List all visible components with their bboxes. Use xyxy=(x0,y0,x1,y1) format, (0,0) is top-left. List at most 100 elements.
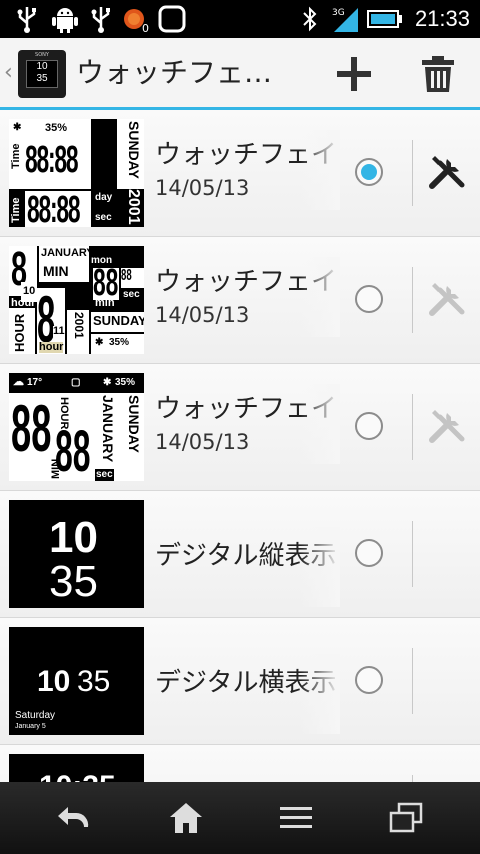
page-title: ウォッチフェ… xyxy=(76,56,273,89)
status-bar: 0 3G 21:33 xyxy=(0,0,480,38)
thumb-digit: 88 xyxy=(121,267,132,284)
thumb-battery: 35% xyxy=(45,122,68,134)
watchface-thumbnail: 8 JANUARY MIN mon 88 88 sec 10 hour min … xyxy=(9,246,144,354)
thumb-year: 2001 xyxy=(72,312,86,339)
thumb-battery: 35% xyxy=(115,377,136,388)
watchface-date: 14/05/13 xyxy=(155,176,250,200)
watchface-thumbnail: ☁ 17° ▢ ✱ 35% 88 HOUR MIN 88 JANUARY SUN… xyxy=(9,373,144,481)
list-item-digital-vertical[interactable]: 10 35 デジタル縦表示 xyxy=(0,491,480,618)
navigation-bar xyxy=(0,782,480,854)
network-type: 3G xyxy=(332,8,345,18)
up-caret-icon[interactable]: ‹ xyxy=(4,60,13,85)
battery-alert-icon: 0 xyxy=(122,4,150,34)
watchface-thumbnail: 10 35 xyxy=(9,500,144,608)
home-icon xyxy=(170,803,202,833)
thumb-month: JANUARY xyxy=(41,247,94,259)
thumb-time: 88:88 xyxy=(25,139,79,181)
bluetooth-icon: ✱ xyxy=(95,337,104,348)
thumb-time-label: Time xyxy=(10,143,22,169)
thumb-hour-label-2: hour xyxy=(39,341,64,353)
thumb-temp: 17° xyxy=(27,377,43,388)
list-item-partial[interactable]: 10:35 xyxy=(0,745,480,782)
signal-icon: 3G xyxy=(330,4,360,34)
divider xyxy=(412,775,413,782)
watch-mini-icon: ▢ xyxy=(71,377,81,388)
tools-icon xyxy=(429,156,465,189)
back-button[interactable] xyxy=(34,792,114,844)
bluetooth-icon: ✱ xyxy=(13,122,22,133)
thumb-digit: 88 xyxy=(55,419,91,481)
thumb-digit: 88 xyxy=(11,391,52,465)
thumb-time: 10:35 xyxy=(39,772,116,783)
select-radio[interactable] xyxy=(355,666,383,694)
recent-apps-button[interactable] xyxy=(366,792,446,844)
trash-icon xyxy=(422,56,454,92)
select-radio[interactable] xyxy=(355,412,383,440)
thumb-sec-label: sec xyxy=(95,212,112,223)
thumb-month: JANUARY xyxy=(100,395,116,463)
thumb-small-num-2: 11 xyxy=(53,325,65,337)
thumb-weekday: SUNDAY xyxy=(126,395,142,453)
watchface-thumbnail: 10:35 xyxy=(9,754,144,782)
menu-icon xyxy=(280,807,312,828)
bluetooth-icon: ✱ xyxy=(103,377,112,388)
thumb-year: 2001 xyxy=(125,189,142,225)
weather-icon: ☁ xyxy=(13,376,24,388)
settings-button[interactable] xyxy=(422,273,472,323)
thumb-time-label-2: Time xyxy=(10,197,22,223)
thumb-min-small: min xyxy=(95,297,115,309)
thumb-small-num: 10 xyxy=(23,285,36,297)
divider xyxy=(412,140,413,206)
list-item-digital-horizontal[interactable]: 10 35 Saturday January 5 デジタル横表示 xyxy=(0,618,480,745)
select-radio[interactable] xyxy=(355,285,383,313)
divider xyxy=(412,521,413,587)
select-radio[interactable] xyxy=(355,158,383,186)
list-item-watchface-2[interactable]: 8 JANUARY MIN mon 88 88 sec 10 hour min … xyxy=(0,237,480,364)
svg-text:0: 0 xyxy=(142,22,149,33)
thumb-hour-vertical: HOUR xyxy=(12,313,27,352)
thumb-date: January 5 xyxy=(15,723,46,730)
settings-button[interactable] xyxy=(422,146,472,196)
delete-button[interactable] xyxy=(408,46,468,102)
app-icon-screen: 10 35 xyxy=(26,60,58,88)
app-icon-brand: SONY xyxy=(35,52,49,58)
thumb-hour: 10 xyxy=(49,513,98,562)
tools-icon xyxy=(429,410,465,443)
tools-icon xyxy=(429,283,465,316)
list-item-watchface-3[interactable]: ☁ 17° ▢ ✱ 35% 88 HOUR MIN 88 JANUARY SUN… xyxy=(0,364,480,491)
thumb-weekday: SUNDAY xyxy=(93,313,144,328)
settings-button[interactable] xyxy=(422,400,472,450)
home-button[interactable] xyxy=(146,792,226,844)
thumb-time-2: 88:88 xyxy=(27,189,81,227)
thumb-minute: 35 xyxy=(77,665,111,698)
menu-button[interactable] xyxy=(256,792,336,844)
watchface-date: 14/05/13 xyxy=(155,430,250,454)
thumb-weekday: Saturday xyxy=(15,710,56,721)
divider xyxy=(412,648,413,714)
watchface-date: 14/05/13 xyxy=(155,303,250,327)
app-icon-hour: 10 xyxy=(36,61,48,72)
back-icon xyxy=(58,807,89,827)
app-icon-minute: 35 xyxy=(36,73,48,84)
usb-icon xyxy=(88,4,114,34)
thumb-month: JANUARY xyxy=(98,121,114,189)
watchface-list: ✱ 35% Time 88:88 JANUARY SUNDAY Time 88:… xyxy=(0,110,480,782)
thumb-weekday: SUNDAY xyxy=(126,121,142,179)
watchface-thumbnail: ✱ 35% Time 88:88 JANUARY SUNDAY Time 88:… xyxy=(9,119,144,227)
thumb-sec-label: sec xyxy=(95,469,114,481)
recent-apps-icon xyxy=(389,802,423,833)
list-item-watchface-1[interactable]: ✱ 35% Time 88:88 JANUARY SUNDAY Time 88:… xyxy=(0,110,480,237)
thumb-min-label: MIN xyxy=(43,263,69,279)
thumb-battery: 35% xyxy=(109,337,130,348)
battery-icon xyxy=(366,4,404,34)
thumb-sec-label: sec xyxy=(123,289,140,300)
clock: 21:33 xyxy=(414,6,470,31)
android-debug-icon xyxy=(50,4,80,34)
divider xyxy=(412,267,413,333)
smartwatch-icon xyxy=(156,4,188,34)
bluetooth-icon xyxy=(300,4,320,34)
app-icon[interactable]: SONY 10 35 xyxy=(18,50,66,98)
select-radio[interactable] xyxy=(355,539,383,567)
add-button[interactable] xyxy=(324,46,384,102)
usb-icon xyxy=(14,4,40,34)
